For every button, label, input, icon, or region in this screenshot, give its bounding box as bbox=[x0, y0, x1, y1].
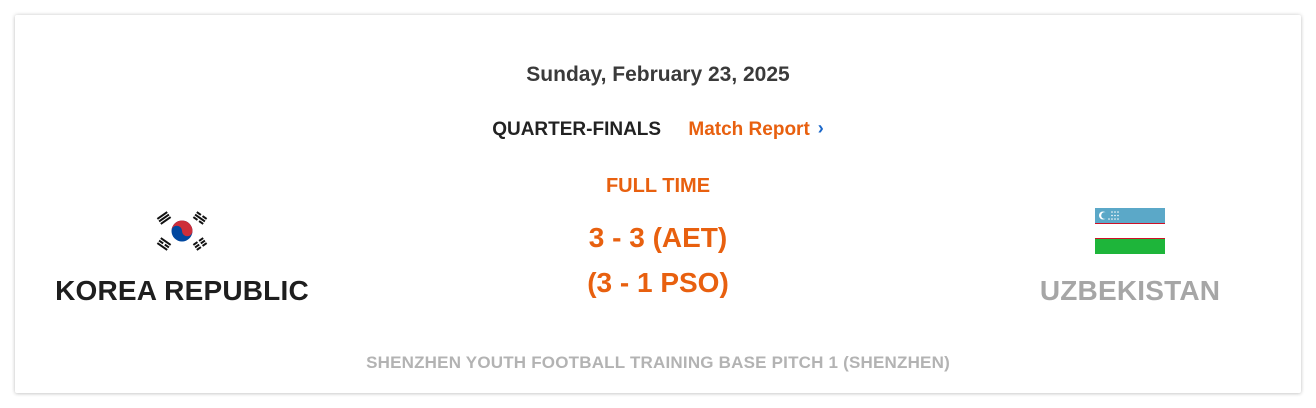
match-date: Sunday, February 23, 2025 bbox=[526, 63, 790, 86]
venue-label: SHENZHEN YOUTH FOOTBALL TRAINING BASE PI… bbox=[366, 353, 950, 372]
stage-row: QUARTER-FINALS Match Report › bbox=[15, 118, 1301, 141]
away-flag bbox=[965, 205, 1295, 257]
away-team[interactable]: UZBEKISTAN bbox=[965, 205, 1295, 307]
match-card: Sunday, February 23, 2025 QUARTER-FINALS… bbox=[15, 15, 1301, 393]
chevron-right-icon: › bbox=[817, 118, 824, 138]
match-status: FULL TIME bbox=[605, 175, 711, 197]
match-report-link[interactable]: Match Report › bbox=[688, 118, 824, 140]
stage-label: QUARTER-FINALS bbox=[492, 119, 662, 140]
match-report-label: Match Report bbox=[688, 119, 810, 140]
uzbekistan-flag-icon bbox=[1095, 208, 1165, 254]
away-team-name: UZBEKISTAN bbox=[1039, 275, 1221, 306]
